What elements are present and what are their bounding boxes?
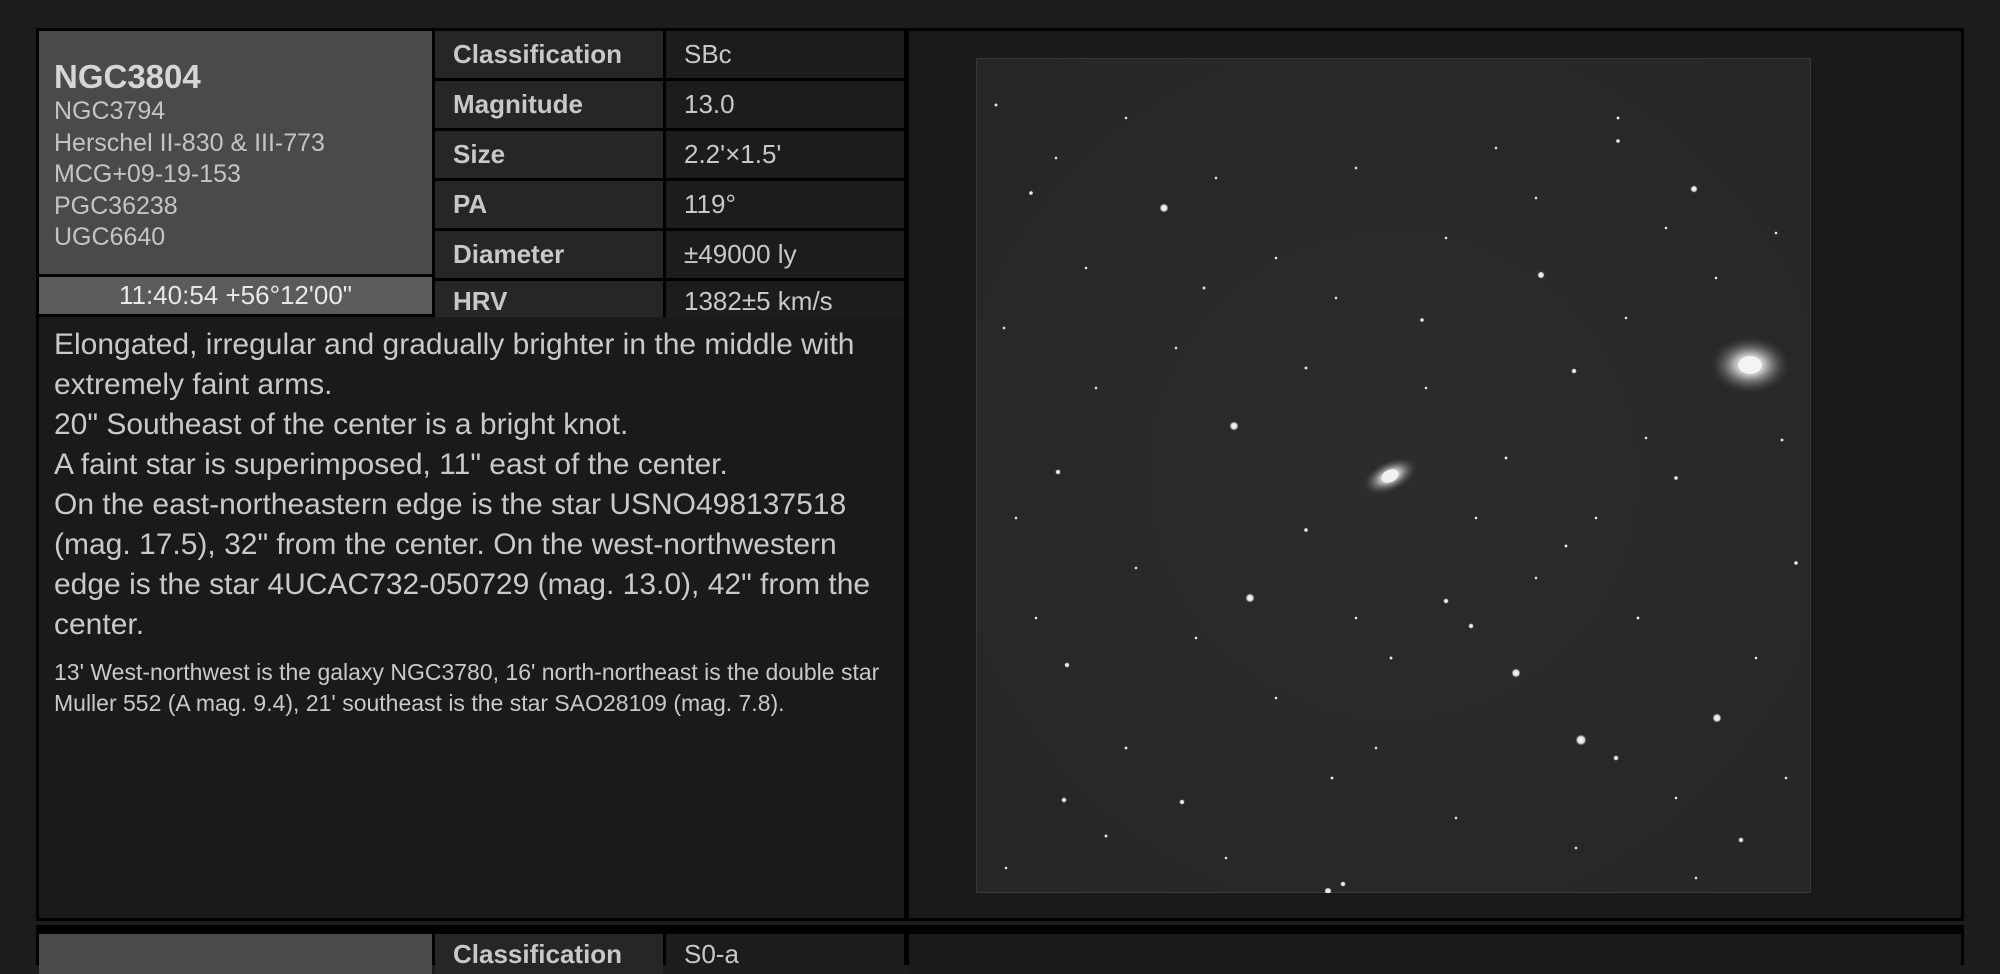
- property-value: ±49000 ly: [666, 231, 904, 278]
- description-text: Elongated, irregular and gradually brigh…: [54, 328, 871, 641]
- property-label: Size: [435, 131, 663, 178]
- object-name-box: NGC3804 NGC3794 Herschel II-830 & III-77…: [39, 31, 432, 274]
- property-label: Diameter: [435, 231, 663, 278]
- next-object-name-box: [39, 934, 432, 974]
- object-title: NGC3804: [54, 58, 201, 95]
- image-panel: [909, 31, 1961, 918]
- property-value: 119°: [666, 181, 904, 228]
- property-label: PA: [435, 181, 663, 228]
- property-label: HRV: [435, 281, 663, 317]
- galaxy-photo[interactable]: [976, 58, 1811, 893]
- property-value: 13.0: [666, 81, 904, 128]
- alias-5: UGC6640: [54, 223, 166, 251]
- surroundings-note: 13' West-northwest is the galaxy NGC3780…: [54, 659, 880, 716]
- property-row-pa: PA 119°: [435, 181, 904, 228]
- property-row-hrv: HRV 1382±5 km/s: [435, 281, 904, 317]
- alias-2: Herschel II-830 & III-773: [54, 128, 325, 157]
- next-property-value: S0-a: [666, 934, 904, 974]
- object-card: NGC3804 NGC3794 Herschel II-830 & III-77…: [36, 28, 1964, 921]
- property-row-classification: Classification SBc: [435, 31, 904, 78]
- property-row-diameter: Diameter ±49000 ly: [435, 231, 904, 278]
- property-label: Classification: [435, 31, 663, 78]
- property-value: 1382±5 km/s: [666, 281, 904, 317]
- description-panel: Elongated, irregular and gradually brigh…: [39, 317, 904, 918]
- alias-1: NGC3794: [54, 97, 166, 125]
- galaxy-neighbour: [1708, 335, 1792, 395]
- property-label: Magnitude: [435, 81, 663, 128]
- property-row-size: Size 2.2'×1.5': [435, 131, 904, 178]
- coordinates: 11:40:54 +56°12'00": [39, 277, 432, 314]
- property-row-magnitude: Magnitude 13.0: [435, 81, 904, 128]
- property-value: 2.2'×1.5': [666, 131, 904, 178]
- next-property-label: Classification: [435, 934, 663, 974]
- next-image-panel: [909, 934, 1961, 974]
- alias-3: MCG+09-19-153: [54, 160, 241, 188]
- alias-4: PGC36238: [54, 191, 178, 220]
- property-value: SBc: [666, 31, 904, 78]
- next-object-card: Classification S0-a: [36, 925, 1964, 974]
